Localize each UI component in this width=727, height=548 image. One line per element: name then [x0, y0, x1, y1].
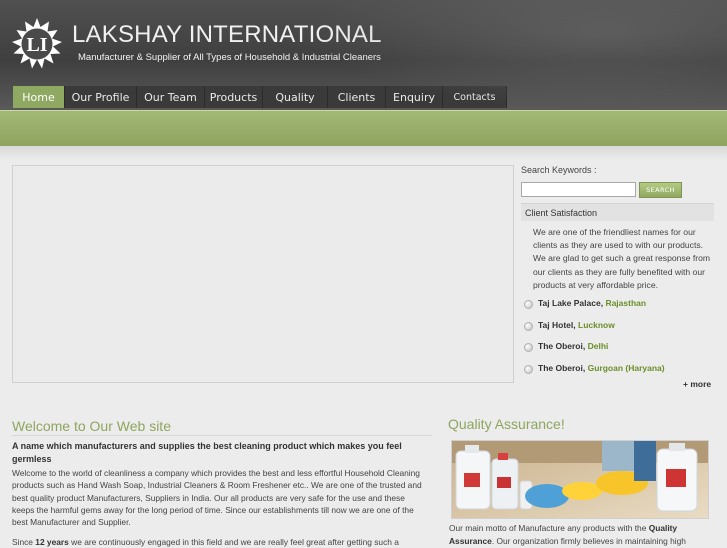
welcome-body2-post: we are continuously engaged in this fiel… — [68, 537, 399, 547]
accent-band — [0, 110, 727, 147]
logo-icon[interactable]: LI — [11, 18, 63, 70]
band-shadow — [0, 146, 727, 160]
client-city-link[interactable]: Lucknow — [578, 320, 615, 330]
welcome-body: Welcome to the world of cleanliness a co… — [12, 468, 422, 528]
nav-quality[interactable]: Quality — [263, 86, 328, 108]
client-name: The Oberoi, — [538, 341, 586, 352]
nav-our-team[interactable]: Our Team — [137, 86, 205, 108]
nav-contacts[interactable]: Contacts — [443, 86, 507, 108]
nav-products[interactable]: Products — [205, 86, 263, 108]
client-city-link[interactable]: Delhi — [588, 341, 609, 351]
bullet-icon — [524, 300, 533, 309]
welcome-subtitle: A name which manufacturers and supplies … — [12, 441, 402, 464]
cleaning-products-image — [452, 441, 708, 518]
client-list: Taj Lake Palace, Rajasthan Taj Hotel, Lu… — [524, 298, 714, 385]
logo-text: LI — [26, 34, 47, 56]
welcome-body-continued: Since 12 years we are continuously engag… — [12, 536, 424, 548]
client-satisfaction-text: We are one of the friendliest names for … — [533, 227, 711, 290]
more-clients-link[interactable]: + more — [683, 379, 711, 389]
quality-image — [451, 440, 709, 519]
client-city-link[interactable]: Gurgoan (Haryana) — [588, 363, 665, 373]
quality-body-pre: Our main motto of Manufacture any produc… — [449, 523, 649, 533]
quality-body-post: . Our organization firmly believes in ma… — [491, 535, 686, 546]
client-name: The Oberoi, — [538, 363, 586, 374]
site-title: LAKSHAY INTERNATIONAL — [72, 21, 382, 48]
quality-body: Our main motto of Manufacture any produc… — [449, 522, 715, 548]
divider — [12, 435, 432, 436]
search-label: Search Keywords : — [521, 165, 597, 175]
client-item[interactable]: Taj Lake Palace, Rajasthan — [524, 298, 714, 320]
nav-clients[interactable]: Clients — [328, 86, 386, 108]
client-item[interactable]: Taj Hotel, Lucknow — [524, 320, 714, 342]
client-satisfaction-heading: Client Satisfaction — [521, 203, 714, 221]
banner-slideshow — [12, 165, 514, 383]
client-city-link[interactable]: Rajasthan — [605, 298, 646, 308]
site-tagline: Manufacturer & Supplier of All Types of … — [78, 52, 381, 63]
years-highlight: 12 years — [35, 537, 69, 547]
bullet-icon — [524, 365, 533, 375]
welcome-title: Welcome to Our Web site — [12, 418, 171, 434]
client-item[interactable]: The Oberoi, Delhi — [524, 341, 714, 363]
quality-title: Quality Assurance! — [448, 416, 565, 432]
main-nav: Home Our Profile Our Team Products Quali… — [13, 86, 507, 108]
site-header: LI LAKSHAY INTERNATIONAL Manufacturer & … — [0, 0, 727, 110]
nav-home[interactable]: Home — [13, 86, 65, 108]
client-name: Taj Hotel, — [538, 319, 576, 330]
search-button[interactable]: SEARCH — [639, 182, 682, 198]
nav-enquiry[interactable]: Enquiry — [386, 86, 443, 108]
search-input[interactable] — [521, 182, 636, 197]
client-name: Taj Lake Palace, — [538, 298, 604, 308]
bullet-icon — [524, 321, 533, 331]
nav-our-profile[interactable]: Our Profile — [65, 86, 137, 108]
welcome-body2-pre: Since — [12, 537, 36, 547]
bullet-icon — [524, 343, 533, 353]
